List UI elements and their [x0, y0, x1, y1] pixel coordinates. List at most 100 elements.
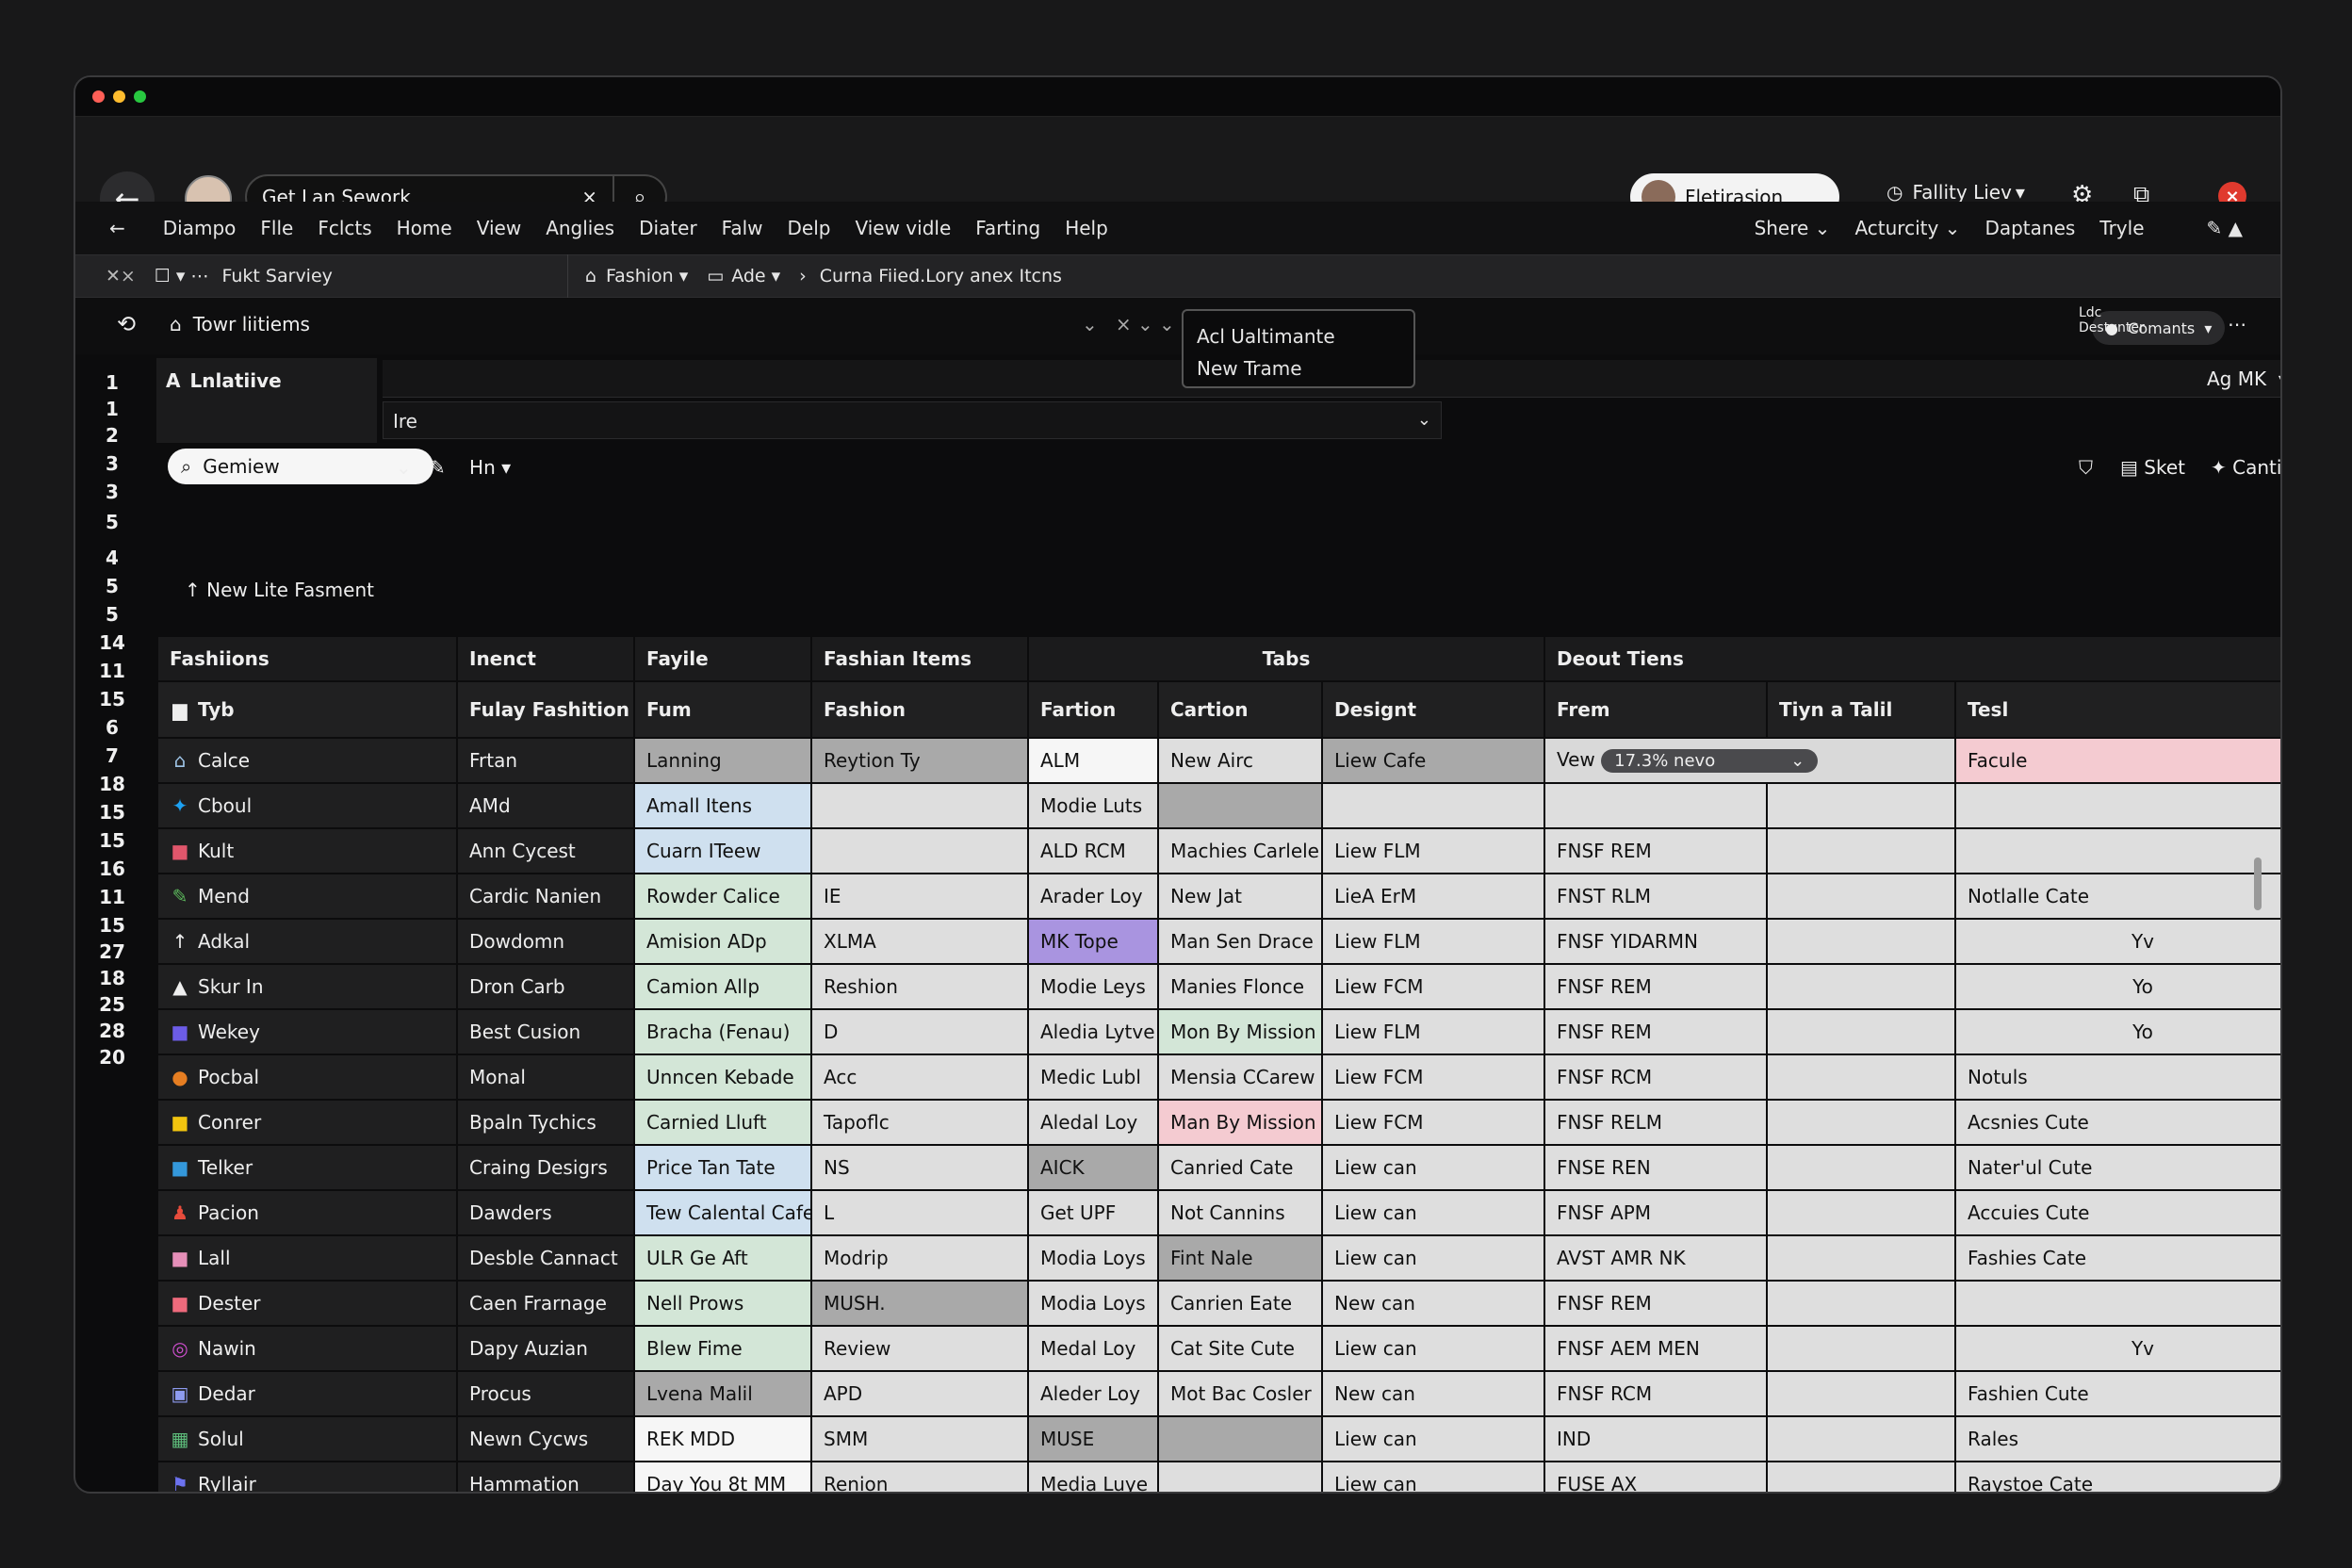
table-row[interactable]: ■ Telker Craing Desigrs Price Tan Tate NS AIC… — [156, 1144, 2280, 1191]
table-cell[interactable]: REK MDD — [633, 1415, 812, 1462]
table-cell[interactable] — [1766, 963, 1956, 1010]
row-number[interactable]: 28 — [75, 1020, 149, 1042]
menu-item[interactable]: Acturcity ⌄ — [1854, 217, 1960, 239]
table-cell[interactable]: Fashies Cate — [1954, 1234, 2280, 1282]
table-cell[interactable]: FNSF RCM — [1544, 1054, 1768, 1101]
popup-menu[interactable]: Acl Ualtimante New Trame — [1182, 309, 1415, 388]
table-cell[interactable]: Modie Leys — [1027, 963, 1159, 1010]
table-cell[interactable]: ■ Kult — [156, 827, 458, 874]
table-cell[interactable]: Procus — [456, 1370, 635, 1417]
row-number[interactable]: 15 — [75, 914, 149, 937]
table-cell[interactable]: Dapy Auzian — [456, 1325, 635, 1372]
menu-item[interactable]: Home — [397, 217, 452, 239]
table-cell[interactable]: Nater'ul Cute — [1954, 1144, 2280, 1191]
table-row[interactable]: ■ Kult Ann Cycest Cuarn ITeew ALD RCM Machies… — [156, 827, 2280, 874]
row-number[interactable]: 16 — [75, 858, 149, 880]
table-cell[interactable] — [810, 782, 1029, 829]
table-cell[interactable]: Machies Carlele — [1157, 827, 1323, 874]
minimize-dot[interactable] — [113, 90, 125, 103]
row-number[interactable]: 18 — [75, 773, 149, 795]
dropdown-chip[interactable]: 17.3% nevo ⌄ — [1601, 749, 1819, 773]
table-cell[interactable] — [1766, 918, 1956, 965]
table-cell[interactable]: FNSE REN — [1544, 1144, 1768, 1191]
table-cell[interactable]: Liew can — [1321, 1461, 1545, 1492]
table-cell[interactable]: Amision ADp — [633, 918, 812, 965]
table-cell[interactable]: FNSF YIDARMN — [1544, 918, 1768, 965]
table-cell[interactable]: Cat Site Cute — [1157, 1325, 1323, 1372]
column-header[interactable]: ▆ Tyb — [156, 680, 458, 739]
table-cell[interactable]: New Airc — [1157, 737, 1323, 784]
table-cell[interactable]: Rales — [1954, 1415, 2280, 1462]
table-cell[interactable]: Amall Itens — [633, 782, 812, 829]
table-cell[interactable]: Fint Nale — [1157, 1234, 1323, 1282]
table-cell[interactable] — [1766, 1280, 1956, 1327]
row-number[interactable]: 5 — [75, 511, 149, 533]
table-cell[interactable] — [1157, 1461, 1323, 1492]
table-cell[interactable]: SMM — [810, 1415, 1029, 1462]
column-header[interactable]: Fartion — [1027, 680, 1159, 739]
table-cell[interactable]: ▦ Solul — [156, 1415, 458, 1462]
menu-item[interactable]: Diampo — [163, 217, 237, 239]
table-cell[interactable]: FNSF REM — [1544, 1280, 1768, 1327]
table-cell[interactable]: ⌂ Calce — [156, 737, 458, 784]
status-dropdown[interactable]: ◷ Fallity Liev ▾ — [1886, 181, 2025, 204]
tool-home[interactable]: ⌂ Towr liitiems — [170, 313, 310, 335]
table-cell[interactable]: FNST RLM — [1544, 873, 1768, 920]
row-number[interactable]: 2 — [75, 424, 149, 447]
table-cell[interactable]: MK Tope — [1027, 918, 1159, 965]
scrollbar[interactable] — [2254, 858, 2262, 910]
expand-icon[interactable]: ⌄ ✎ Hn ▾ — [396, 456, 511, 479]
table-cell[interactable]: ◎ Nawin — [156, 1325, 458, 1372]
table-cell[interactable]: Liew can — [1321, 1189, 1545, 1236]
menu-back-icon[interactable]: ← — [109, 217, 125, 239]
table-cell[interactable]: Acc — [810, 1054, 1029, 1101]
table-cell[interactable]: MUSE — [1027, 1415, 1159, 1462]
table-cell[interactable]: IND — [1544, 1415, 1768, 1462]
table-cell[interactable]: Canried Cate — [1157, 1144, 1323, 1191]
table-cell[interactable]: Liew FCM — [1321, 1054, 1545, 1101]
row-number[interactable]: 5 — [75, 575, 149, 597]
table-row[interactable]: ● Pocbal Monal Unncen Kebade Acc Medic Lubl Me… — [156, 1054, 2280, 1101]
table-cell[interactable]: Newn Cycws — [456, 1415, 635, 1462]
row-number[interactable]: 5 — [75, 603, 149, 626]
column-header[interactable]: Fashion — [810, 680, 1029, 739]
table-cell[interactable] — [1544, 782, 1768, 829]
table-cell[interactable]: AICK — [1027, 1144, 1159, 1191]
table-row[interactable]: ⚑ Ryllair Hammation Day You 8t MM Renion Medi… — [156, 1461, 2280, 1492]
table-cell[interactable]: Vew 17.3% nevo ⌄ — [1544, 737, 1956, 784]
table-cell[interactable]: Arader Loy — [1027, 873, 1159, 920]
table-cell[interactable]: Fashien Cute — [1954, 1370, 2280, 1417]
row-number[interactable]: 27 — [75, 940, 149, 963]
table-cell[interactable]: AVST AMR NK — [1544, 1234, 1768, 1282]
zoom-dot[interactable] — [134, 90, 146, 103]
table-cell[interactable] — [1766, 1008, 1956, 1055]
row-number[interactable]: 3 — [75, 452, 149, 475]
popup-item-1[interactable]: Acl Ualtimante — [1197, 320, 1400, 352]
table-cell[interactable]: Lanning — [633, 737, 812, 784]
table-row[interactable]: ▣ Dedar Procus Lvena Malil APD Aleder Loy Mot … — [156, 1370, 2280, 1417]
table-cell[interactable]: Acsnies Cute — [1954, 1099, 2280, 1146]
table-cell[interactable]: Accuies Cute — [1954, 1189, 2280, 1236]
table-cell[interactable]: Mot Bac Cosler — [1157, 1370, 1323, 1417]
table-cell[interactable] — [1766, 873, 1956, 920]
table-cell[interactable]: ■ Dester — [156, 1280, 458, 1327]
menu-item[interactable]: Tryle — [2099, 217, 2144, 239]
table-cell[interactable]: ● Pocbal — [156, 1054, 458, 1101]
table-cell[interactable]: Yo — [1954, 1008, 2280, 1055]
table-cell[interactable]: ULR Ge Aft — [633, 1234, 812, 1282]
table-cell[interactable]: Manies Flonce — [1157, 963, 1323, 1010]
menu-item[interactable]: View — [477, 217, 521, 239]
table-cell[interactable]: Liew can — [1321, 1234, 1545, 1282]
table-cell[interactable]: ■ Lall — [156, 1234, 458, 1282]
table-row[interactable]: ♟ Pacion Dawders Tew Calental Cafe L Get UPF N… — [156, 1189, 2280, 1236]
table-cell[interactable]: FNSF RELM — [1544, 1099, 1768, 1146]
popup-item-2[interactable]: New Trame — [1197, 352, 1400, 384]
table-cell[interactable]: Mon By Mission — [1157, 1008, 1323, 1055]
table-cell[interactable]: Bracha (Fenau) — [633, 1008, 812, 1055]
table-cell[interactable]: Best Cusion — [456, 1008, 635, 1055]
table-cell[interactable]: Liew FLM — [1321, 918, 1545, 965]
table-cell[interactable]: Reytion Ty — [810, 737, 1029, 784]
table-row[interactable]: ↑ Adkal Dowdomn Amision ADp XLMA MK Tope Man S… — [156, 918, 2280, 965]
table-cell[interactable] — [1766, 1415, 1956, 1462]
table-cell[interactable]: Desble Cannact — [456, 1234, 635, 1282]
